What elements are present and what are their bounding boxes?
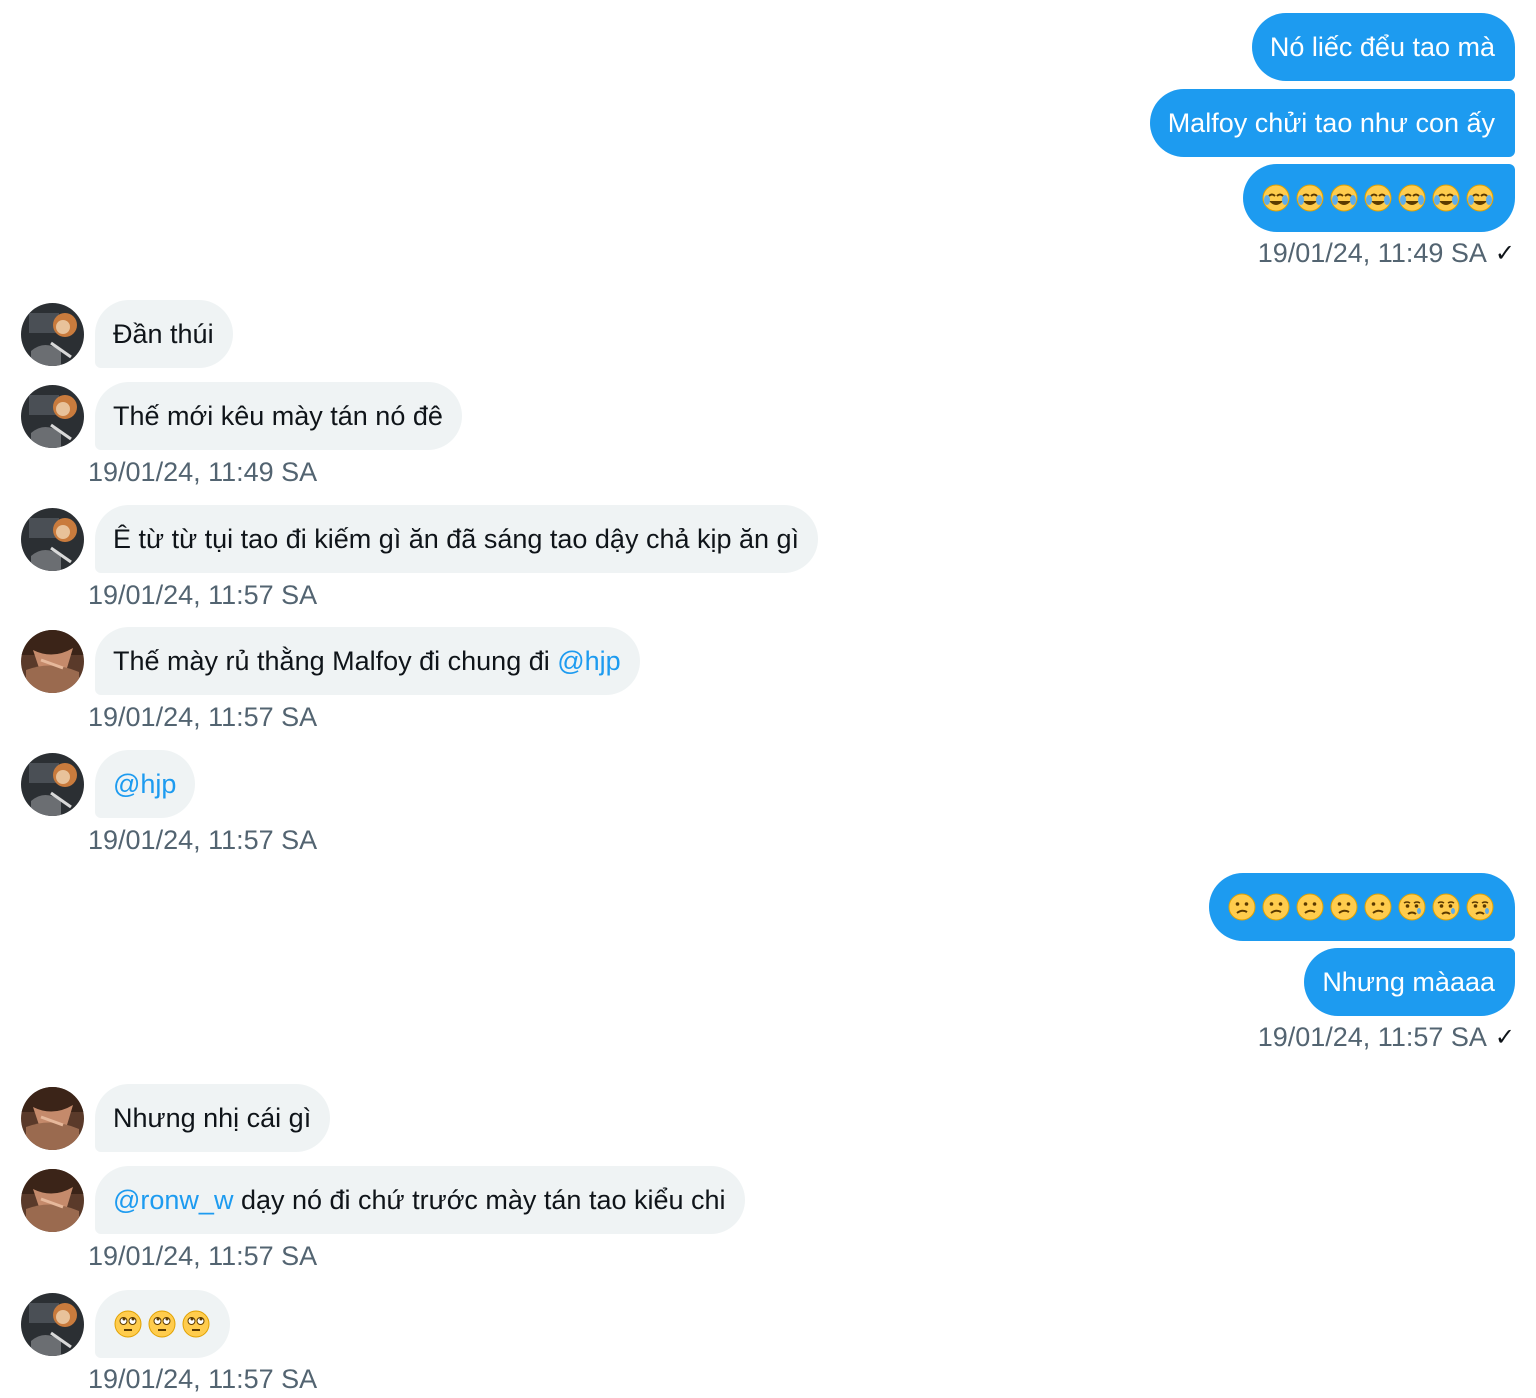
mention-link[interactable]: @hjp — [113, 768, 176, 800]
emoji-sequence — [1227, 892, 1495, 922]
avatar-dark-photo-icon — [21, 302, 84, 366]
message-bubble[interactable]: Nhưng nhị cái gì — [95, 1084, 331, 1152]
eye-roll-face-icon — [182, 1310, 210, 1338]
message-incoming[interactable]: Thế mày rủ thằng Malfoy đi chung đi @hjp — [21, 627, 640, 695]
eye-roll-face-icon — [148, 1310, 176, 1338]
message-timestamp: 19/01/24, 11:57 SA — [88, 825, 318, 855]
confused-face-icon — [1330, 893, 1358, 921]
sent-check-icon: ✓ — [1494, 240, 1515, 267]
avatar[interactable] — [21, 384, 84, 448]
message-bubble[interactable]: Thế mày rủ thằng Malfoy đi chung đi @hjp — [95, 627, 640, 695]
avatar-dark-photo-icon — [21, 1292, 84, 1356]
emoji-sequence — [1261, 183, 1495, 213]
confused-face-icon — [1296, 893, 1324, 921]
crying-laughing-face-icon — [1466, 184, 1494, 212]
message-outgoing[interactable] — [1209, 873, 1515, 941]
crying-face-icon — [1398, 893, 1426, 921]
message-bubble[interactable]: Thế mới kêu mày tán nó đê — [95, 382, 462, 450]
avatar[interactable] — [21, 752, 84, 816]
sent-check-icon: ✓ — [1494, 1024, 1515, 1051]
message-timestamp: 19/01/24, 11:49 SA — [88, 457, 318, 487]
message-bubble[interactable]: Nó liếc đểu tao mà — [1251, 13, 1515, 81]
message-outgoing[interactable]: Nó liếc đểu tao mà — [1251, 13, 1515, 81]
dm-conversation: Nó liếc đểu tao mà Malfoy chửi tao như c… — [0, 0, 1536, 1398]
message-text: dạy nó đi chứ trước mày tán tao kiểu chi — [233, 1185, 726, 1215]
avatar[interactable] — [21, 1292, 84, 1356]
avatar-brown-photo-icon — [21, 629, 84, 693]
message-timestamp: 19/01/24, 11:49 SA ✓ — [1258, 238, 1515, 269]
message-text: Thế mày rủ thằng Malfoy đi chung đi — [113, 646, 558, 676]
message-bubble[interactable]: Nhưng màaaa — [1304, 948, 1515, 1016]
avatar[interactable] — [21, 629, 84, 693]
avatar[interactable] — [21, 302, 84, 366]
confused-face-icon — [1364, 893, 1392, 921]
message-incoming[interactable]: Thế mới kêu mày tán nó đê — [21, 382, 462, 450]
crying-laughing-face-icon — [1330, 184, 1358, 212]
crying-laughing-face-icon — [1262, 184, 1290, 212]
message-bubble[interactable]: Đần thúi — [95, 300, 233, 368]
message-bubble[interactable] — [95, 1290, 230, 1358]
message-incoming[interactable] — [21, 1290, 230, 1358]
timestamp-text: 19/01/24, 11:49 SA — [1257, 238, 1487, 268]
message-incoming[interactable]: @ronw_w dạy nó đi chứ trước mày tán tao … — [21, 1166, 745, 1234]
message-timestamp: 19/01/24, 11:57 SA — [88, 1364, 318, 1394]
message-timestamp: 19/01/24, 11:57 SA — [88, 580, 318, 610]
crying-laughing-face-icon — [1398, 184, 1426, 212]
crying-laughing-face-icon — [1296, 184, 1324, 212]
message-bubble[interactable]: @hjp — [95, 750, 196, 818]
message-bubble[interactable]: @ronw_w dạy nó đi chứ trước mày tán tao … — [95, 1166, 745, 1234]
message-bubble[interactable] — [1243, 164, 1515, 232]
avatar[interactable] — [21, 507, 84, 571]
crying-face-icon — [1432, 893, 1460, 921]
message-outgoing[interactable]: Nhưng màaaa — [1304, 948, 1515, 1016]
message-timestamp: 19/01/24, 11:57 SA — [88, 1241, 318, 1271]
message-timestamp: 19/01/24, 11:57 SA ✓ — [1258, 1022, 1515, 1053]
avatar-brown-photo-icon — [21, 1168, 84, 1232]
crying-face-icon — [1466, 893, 1494, 921]
crying-laughing-face-icon — [1364, 184, 1392, 212]
avatar-dark-photo-icon — [21, 507, 84, 571]
message-incoming[interactable]: Ê từ từ tụi tao đi kiếm gì ăn đã sáng ta… — [21, 505, 819, 573]
confused-face-icon — [1262, 893, 1290, 921]
message-incoming[interactable]: @hjp — [21, 750, 196, 818]
mention-link[interactable]: @hjp — [557, 645, 620, 677]
message-bubble[interactable] — [1209, 873, 1515, 941]
confused-face-icon — [1228, 893, 1256, 921]
message-timestamp: 19/01/24, 11:57 SA — [88, 702, 318, 732]
crying-laughing-face-icon — [1432, 184, 1460, 212]
message-bubble[interactable]: Ê từ từ tụi tao đi kiếm gì ăn đã sáng ta… — [95, 505, 819, 573]
avatar-brown-photo-icon — [21, 1086, 84, 1150]
eye-roll-face-icon — [114, 1310, 142, 1338]
message-outgoing[interactable] — [1243, 164, 1515, 232]
avatar-dark-photo-icon — [21, 384, 84, 448]
avatar-dark-photo-icon — [21, 752, 84, 816]
message-outgoing[interactable]: Malfoy chửi tao như con ấy — [1149, 89, 1515, 157]
message-bubble[interactable]: Malfoy chửi tao như con ấy — [1149, 89, 1515, 157]
avatar[interactable] — [21, 1086, 84, 1150]
mention-link[interactable]: @ronw_w — [113, 1184, 233, 1216]
emoji-sequence — [113, 1309, 211, 1339]
timestamp-text: 19/01/24, 11:57 SA — [1257, 1022, 1487, 1052]
message-incoming[interactable]: Nhưng nhị cái gì — [21, 1084, 331, 1152]
avatar[interactable] — [21, 1168, 84, 1232]
message-incoming[interactable]: Đần thúi — [21, 300, 233, 368]
